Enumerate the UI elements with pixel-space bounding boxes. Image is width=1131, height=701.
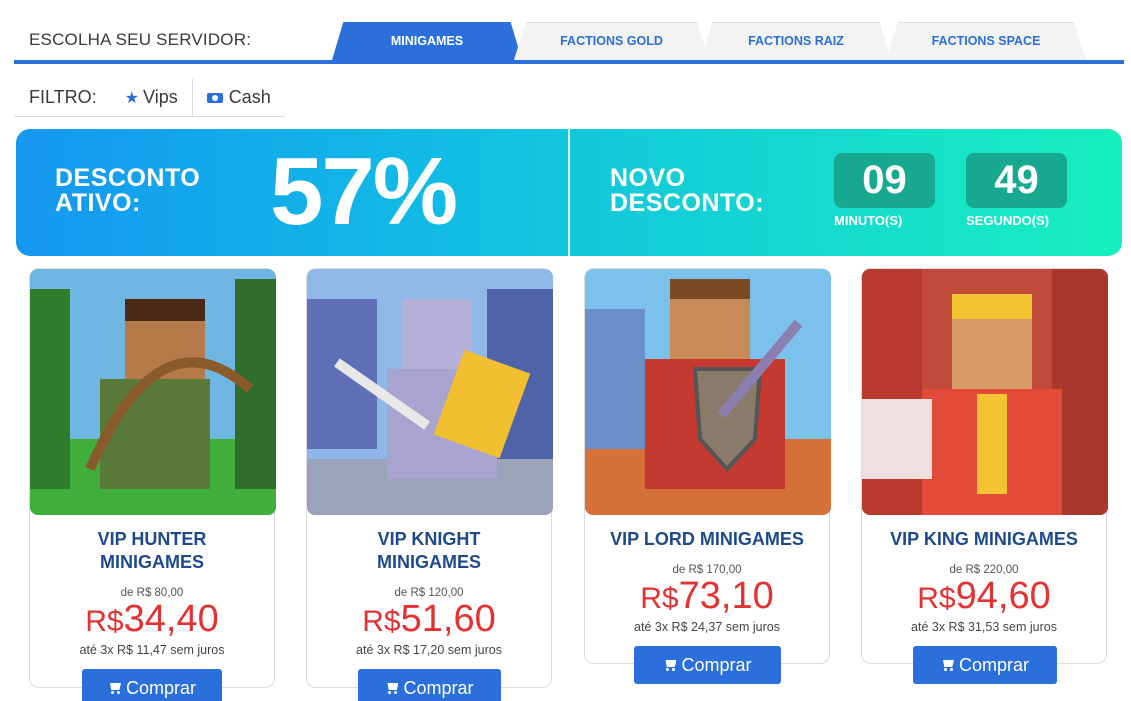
- product-title: VIP KING MINIGAMES: [890, 529, 1078, 549]
- product-price: R$51,60: [362, 598, 496, 640]
- next-discount-label: NOVO DESCONTO:: [610, 164, 765, 217]
- product-price: R$34,40: [85, 598, 219, 640]
- product-card: VIP KING MINIGAMES de R$ 220,00 R$94,60 …: [861, 268, 1108, 664]
- star-icon: ★: [124, 89, 140, 107]
- product-installments: até 3x R$ 17,20 sem juros: [356, 643, 502, 657]
- product-title: VIP HUNTER MINIGAMES: [97, 529, 207, 572]
- discount-banner: DESCONTO ATIVO: 57% NOVO DESCONTO: 09 MI…: [16, 129, 1122, 256]
- timer-seconds: 49: [966, 153, 1067, 208]
- cash-icon: [206, 92, 223, 103]
- buy-button[interactable]: Comprar: [82, 669, 222, 701]
- tab-factions-gold[interactable]: FACTIONS GOLD: [514, 22, 709, 60]
- discount-percent: 57%: [270, 138, 458, 245]
- server-selector: ESCOLHA SEU SERVIDOR: MINIGAMES FACTIONS…: [14, 20, 1124, 64]
- product-title: VIP LORD MINIGAMES: [610, 529, 804, 549]
- product-price: R$73,10: [640, 575, 774, 617]
- product-image-vip-lord[interactable]: [585, 269, 831, 515]
- timer-minutes: 09: [834, 153, 935, 208]
- product-installments: até 3x R$ 31,53 sem juros: [911, 620, 1057, 634]
- tab-factions-raiz[interactable]: FACTIONS RAIZ: [701, 22, 891, 60]
- timer-seconds-label: SEGUNDO(S): [966, 213, 1050, 228]
- server-selector-label: ESCOLHA SEU SERVIDOR:: [29, 30, 252, 49]
- filter-label: FILTRO:: [29, 87, 97, 107]
- filter-vips[interactable]: ★ Vips: [111, 79, 192, 117]
- cart-icon: [941, 659, 955, 671]
- filter-bar: FILTRO: ★ Vips Cash: [14, 78, 285, 117]
- filter-cash[interactable]: Cash: [193, 79, 285, 117]
- tab-factions-space[interactable]: FACTIONS SPACE: [886, 22, 1086, 60]
- product-image-vip-knight[interactable]: [307, 269, 553, 515]
- filter-cash-label: Cash: [228, 87, 271, 107]
- product-price: R$94,60: [917, 575, 1051, 617]
- product-image-vip-king[interactable]: [862, 269, 1108, 515]
- product-installments: até 3x R$ 11,47 sem juros: [79, 643, 225, 657]
- cart-icon: [663, 659, 677, 671]
- product-installments: até 3x R$ 24,37 sem juros: [634, 620, 780, 634]
- tab-minigames[interactable]: MINIGAMES: [332, 22, 522, 60]
- buy-button[interactable]: Comprar: [913, 646, 1057, 684]
- buy-button[interactable]: Comprar: [634, 646, 781, 684]
- banner-divider: [568, 129, 570, 256]
- product-image-vip-hunter[interactable]: [30, 269, 276, 515]
- tab-underline: [14, 60, 1124, 64]
- product-title: VIP KNIGHT MINIGAMES: [376, 529, 481, 572]
- filter-vips-label: Vips: [143, 87, 178, 107]
- cart-icon: [108, 682, 122, 694]
- buy-button[interactable]: Comprar: [358, 669, 501, 701]
- product-card: VIP HUNTER MINIGAMES de R$ 80,00 R$34,40…: [29, 268, 276, 688]
- product-card: VIP KNIGHT MINIGAMES de R$ 120,00 R$51,6…: [306, 268, 553, 688]
- cart-icon: [385, 682, 399, 694]
- active-discount-label: DESCONTO ATIVO:: [55, 164, 201, 217]
- product-card: VIP LORD MINIGAMES de R$ 170,00 R$73,10 …: [584, 268, 831, 664]
- timer-minutes-label: MINUTO(S): [834, 213, 903, 228]
